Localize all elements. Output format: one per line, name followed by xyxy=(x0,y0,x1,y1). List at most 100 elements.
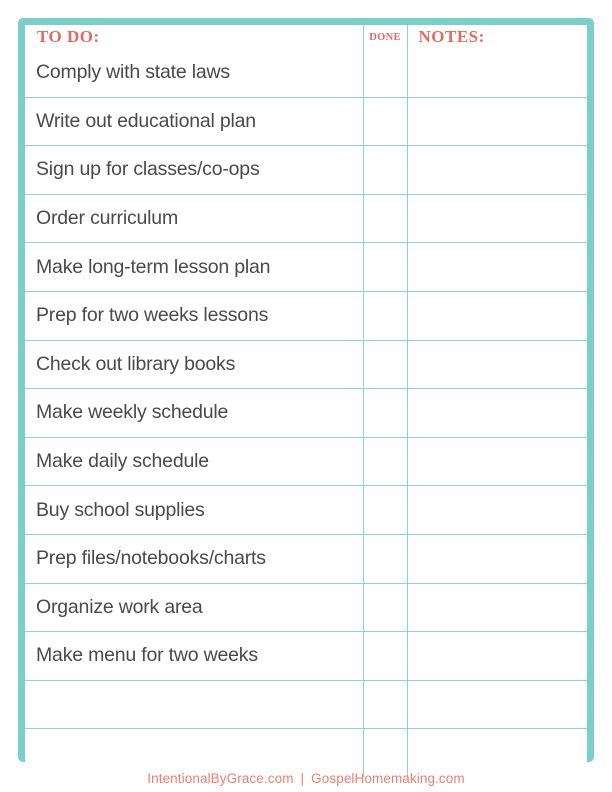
checklist-table: TO DO: DONE NOTES: Comply with state law… xyxy=(25,25,587,777)
table-row: Make daily schedule xyxy=(25,436,587,487)
done-checkbox-cell[interactable] xyxy=(362,290,408,341)
table-body: Comply with state laws Write out educatio… xyxy=(25,49,587,777)
task-label: Organize work area xyxy=(36,595,203,618)
task-label: Make weekly schedule xyxy=(36,401,229,424)
notes-cell[interactable] xyxy=(406,388,588,438)
notes-cell[interactable] xyxy=(406,728,588,777)
column-header-done: DONE xyxy=(362,25,408,49)
task-label xyxy=(25,753,363,754)
task-label: Prep files/notebooks/charts xyxy=(36,547,266,570)
done-mark xyxy=(364,607,407,608)
task-cell[interactable]: Buy school supplies xyxy=(25,485,364,535)
notes-cell[interactable] xyxy=(406,533,588,584)
notes-cell[interactable] xyxy=(406,290,588,341)
table-row: Make weekly schedule xyxy=(25,388,588,438)
done-mark xyxy=(364,315,407,316)
footer-separator: | xyxy=(300,771,305,786)
column-header-done-label: DONE xyxy=(369,31,401,43)
task-label: Make daily schedule xyxy=(36,450,209,473)
done-checkbox-cell[interactable] xyxy=(362,582,408,633)
notes-label xyxy=(408,558,588,559)
task-cell[interactable]: Write out educational plan xyxy=(25,96,364,147)
done-mark xyxy=(364,267,407,268)
notes-cell[interactable] xyxy=(406,679,588,730)
done-checkbox-cell[interactable] xyxy=(362,193,408,244)
task-cell[interactable] xyxy=(25,679,364,730)
table-row: Make menu for two weeks xyxy=(25,631,588,681)
notes-cell[interactable] xyxy=(406,145,587,195)
done-checkbox-cell[interactable] xyxy=(362,631,408,681)
task-label: Write out educational plan xyxy=(36,109,256,132)
notes-cell[interactable] xyxy=(406,485,587,535)
task-cell[interactable]: Organize work area xyxy=(25,582,364,633)
notes-label xyxy=(408,655,588,656)
done-mark xyxy=(364,558,407,559)
notes-label xyxy=(408,121,588,122)
done-checkbox-cell[interactable] xyxy=(362,96,408,147)
done-checkbox-cell[interactable] xyxy=(362,436,408,487)
done-checkbox-cell[interactable] xyxy=(362,388,408,438)
notes-cell[interactable] xyxy=(406,436,587,487)
task-cell[interactable]: Comply with state laws xyxy=(25,49,364,98)
notes-label xyxy=(408,704,588,705)
table-row: Prep files/notebooks/charts xyxy=(25,533,588,584)
notes-cell[interactable] xyxy=(406,49,587,98)
notes-cell[interactable] xyxy=(406,96,588,147)
notes-cell[interactable] xyxy=(406,631,588,681)
done-checkbox-cell[interactable] xyxy=(362,339,408,390)
done-checkbox-cell[interactable] xyxy=(362,49,408,98)
notes-cell[interactable] xyxy=(406,242,587,292)
footer-site-left[interactable]: IntentionalByGrace.com xyxy=(147,771,293,786)
task-cell[interactable]: Check out library books xyxy=(25,339,364,390)
task-label: Order curriculum xyxy=(36,207,178,230)
task-label: Prep for two weeks lessons xyxy=(36,304,269,327)
done-mark xyxy=(364,655,407,656)
notes-label xyxy=(408,412,588,413)
column-header-notes-label: NOTES: xyxy=(418,27,485,46)
done-mark xyxy=(364,704,407,705)
task-label: Comply with state laws xyxy=(36,61,230,84)
task-cell[interactable]: Prep files/notebooks/charts xyxy=(25,533,364,584)
task-cell[interactable]: Make daily schedule xyxy=(25,436,364,487)
task-cell[interactable]: Make long-term lesson plan xyxy=(25,242,364,292)
table-row: Comply with state laws xyxy=(25,49,587,98)
task-cell[interactable]: Make menu for two weeks xyxy=(25,631,364,681)
footer-site-right[interactable]: GospelHomemaking.com xyxy=(311,771,465,786)
done-checkbox-cell[interactable] xyxy=(362,145,408,195)
done-mark xyxy=(364,121,407,122)
done-checkbox-cell[interactable] xyxy=(362,728,408,777)
notes-cell[interactable] xyxy=(406,582,588,633)
done-checkbox-cell[interactable] xyxy=(362,242,408,292)
notes-label xyxy=(408,607,588,608)
task-cell[interactable]: Order curriculum xyxy=(25,193,364,244)
task-cell[interactable]: Sign up for classes/co-ops xyxy=(25,145,364,195)
task-cell[interactable] xyxy=(25,728,364,777)
column-header-todo: TO DO: xyxy=(25,25,364,49)
table-row: Write out educational plan xyxy=(25,96,588,147)
done-mark xyxy=(364,461,407,462)
done-checkbox-cell[interactable] xyxy=(362,679,408,730)
table-row xyxy=(25,679,588,730)
task-cell[interactable]: Make weekly schedule xyxy=(25,388,364,438)
done-mark xyxy=(364,218,407,219)
notes-cell[interactable] xyxy=(406,339,587,390)
done-checkbox-cell[interactable] xyxy=(362,485,408,535)
done-mark xyxy=(364,412,407,413)
table-row: Check out library books xyxy=(25,339,587,390)
notes-label xyxy=(408,315,588,316)
checklist-sheet: TO DO: DONE NOTES: Comply with state law… xyxy=(18,18,594,777)
notes-cell[interactable] xyxy=(406,193,587,244)
done-mark xyxy=(364,753,407,754)
table-row: Buy school supplies xyxy=(25,485,587,535)
task-cell[interactable]: Prep for two weeks lessons xyxy=(25,290,364,341)
task-label: Buy school supplies xyxy=(36,498,205,521)
table-header: TO DO: DONE NOTES: xyxy=(25,25,587,49)
table-row: Prep for two weeks lessons xyxy=(25,290,588,341)
header-row: TO DO: DONE NOTES: xyxy=(25,25,587,49)
footer-credits: IntentionalByGrace.com | GospelHomemaking.… xyxy=(0,771,612,786)
notes-label xyxy=(408,753,588,754)
done-checkbox-cell[interactable] xyxy=(362,533,408,584)
table-row: Sign up for classes/co-ops xyxy=(25,145,587,195)
task-label: Make menu for two weeks xyxy=(36,644,258,667)
column-header-todo-label: TO DO: xyxy=(37,27,100,46)
